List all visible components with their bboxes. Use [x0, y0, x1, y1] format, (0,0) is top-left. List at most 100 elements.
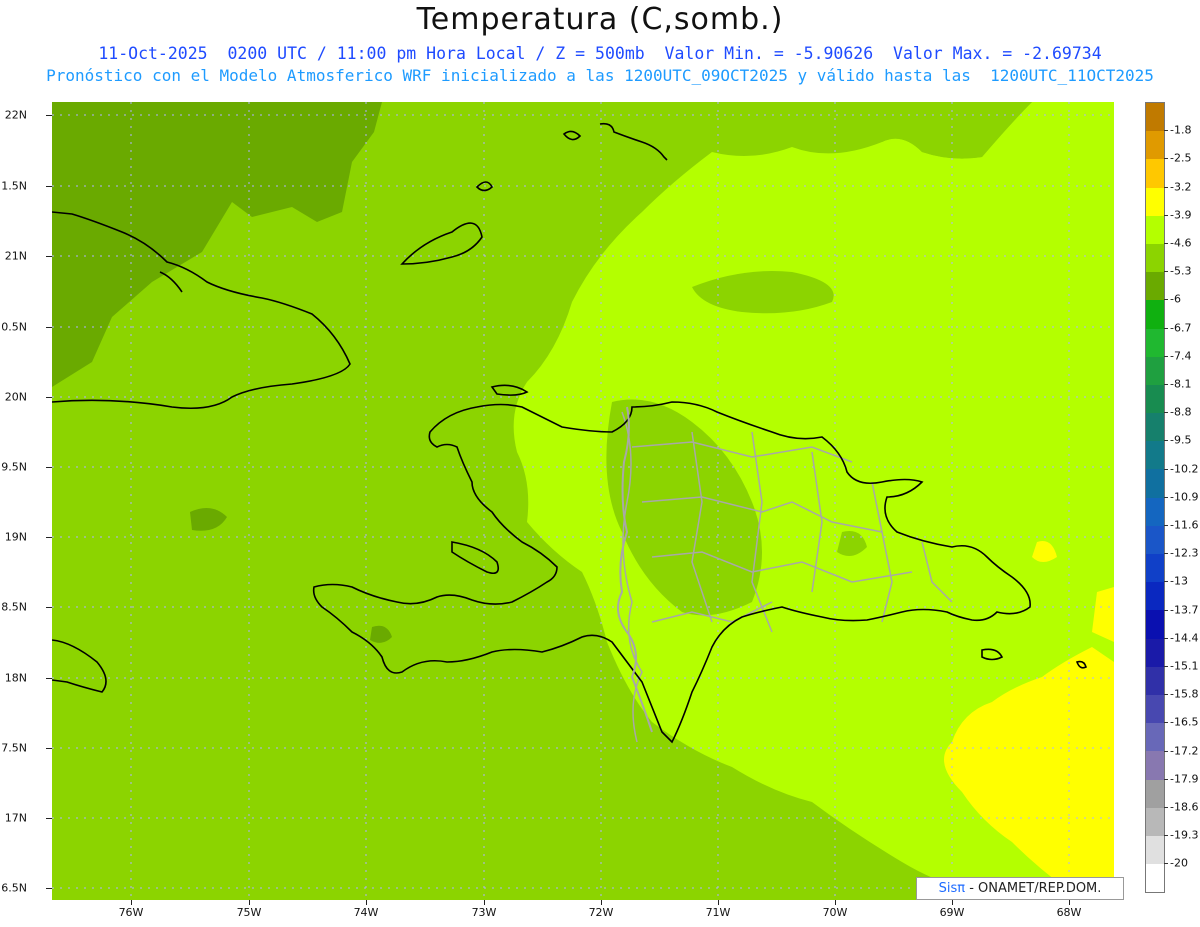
colorbar-tick [1164, 186, 1168, 188]
colorbar-tick [1164, 750, 1168, 752]
colorbar-swatch [1146, 694, 1164, 724]
x-axis-tick [131, 900, 132, 905]
colorbar-tick [1164, 694, 1168, 696]
y-axis-label: 21N [4, 249, 27, 263]
y-axis-tick [46, 186, 52, 187]
colorbar-label: -14.4 [1170, 631, 1199, 645]
colorbar-label: -7.4 [1170, 349, 1192, 363]
x-axis-label: 74W [353, 906, 379, 919]
colorbar-tick [1164, 384, 1168, 385]
colorbar-label: -9.5 [1170, 433, 1192, 447]
colorbar-swatch [1146, 300, 1164, 329]
x-axis-label: 71W [705, 906, 731, 919]
subtitle-valid-time: 11-Oct-2025 0200 UTC / 11:00 pm Hora Loc… [98, 44, 1102, 63]
x-axis-label: 69W [939, 906, 965, 919]
colorbar-swatch [1146, 243, 1164, 273]
colorbar-swatch [1146, 554, 1164, 583]
subtitle-model-info: Pronóstico con el Modelo Atmosferico WRF… [46, 66, 1154, 85]
y-axis-tick [46, 327, 52, 328]
colorbar-tick [1164, 525, 1168, 526]
y-axis-label: 6.5N [1, 881, 27, 895]
colorbar-tick [1164, 327, 1168, 329]
colorbar-swatch [1146, 187, 1164, 216]
y-axis-tick [46, 748, 52, 749]
colorbar-label: -13 [1170, 574, 1188, 588]
colorbar-tick [1164, 243, 1168, 244]
colorbar-swatch [1146, 751, 1164, 780]
colorbar-swatch [1146, 413, 1164, 442]
y-axis-tick [46, 818, 52, 819]
credit-text: - ONAMET/REP.DOM. [965, 881, 1102, 896]
y-axis-label: 7.5N [1, 741, 27, 755]
x-axis-label: 73W [471, 906, 497, 919]
colorbar-tick [1164, 271, 1168, 273]
colorbar-swatch [1146, 103, 1164, 132]
y-axis-label: 22N [4, 108, 27, 122]
y-axis-label: 19N [4, 530, 27, 544]
colorbar-label: -8.8 [1170, 405, 1192, 419]
colorbar-swatch [1146, 610, 1164, 639]
y-axis-tick [46, 256, 52, 257]
colorbar-tick [1164, 581, 1168, 583]
x-axis-tick [601, 900, 602, 905]
colorbar-label: -2.5 [1170, 151, 1192, 165]
colorbar-label: -15.8 [1170, 687, 1199, 701]
colorbar-swatch [1146, 159, 1164, 188]
colorbar-swatch [1146, 835, 1164, 865]
colorbar-label: -8.1 [1170, 377, 1192, 391]
colorbar-swatch [1146, 638, 1164, 667]
colorbar-label: -20 [1170, 856, 1188, 870]
x-axis-tick [249, 900, 250, 905]
colorbar-label: -6 [1170, 292, 1181, 306]
credit-label: Sisπ - ONAMET/REP.DOM. [916, 877, 1124, 900]
colorbar-swatch [1146, 441, 1164, 470]
colorbar-tick [1164, 468, 1168, 470]
y-axis-label: 18N [4, 671, 27, 685]
colorbar-label: -15.1 [1170, 659, 1199, 673]
colorbar-label: -4.6 [1170, 236, 1192, 250]
y-axis-tick [46, 397, 52, 398]
y-axis-label: 0.5N [1, 320, 27, 334]
colorbar-label: -1.8 [1170, 123, 1192, 137]
colorbar-label: -10.2 [1170, 462, 1199, 476]
colorbar-swatch [1146, 131, 1164, 160]
sispi-logo-text: Sisπ [938, 881, 966, 896]
colorbar-label: -12.3 [1170, 546, 1199, 560]
colorbar-tick [1164, 299, 1168, 301]
colorbar-label: -3.2 [1170, 180, 1192, 194]
x-axis-tick [718, 900, 719, 905]
colorbar-tick [1164, 553, 1168, 555]
y-axis-tick [46, 537, 52, 538]
y-axis-tick [46, 888, 52, 889]
colorbar-label: -13.7 [1170, 603, 1199, 617]
colorbar-swatch [1146, 864, 1164, 893]
colorbar-label: -16.5 [1170, 715, 1199, 729]
x-axis-label: 72W [588, 906, 614, 919]
x-axis-label: 70W [822, 906, 848, 919]
colorbar-label: -17.9 [1170, 772, 1199, 786]
colorbar-tick [1164, 496, 1168, 498]
colorbar-swatch [1146, 582, 1164, 611]
x-axis-tick [484, 900, 485, 905]
colorbar-tick [1164, 637, 1168, 639]
y-axis-label: 20N [4, 390, 27, 404]
colorbar [1145, 102, 1165, 894]
x-axis-tick [366, 900, 367, 905]
colorbar-swatch [1146, 525, 1164, 554]
colorbar-swatch [1146, 497, 1164, 526]
temperature-map [52, 102, 1114, 900]
y-axis-label: 1.5N [1, 179, 27, 193]
x-axis-label: 68W [1056, 906, 1082, 919]
colorbar-swatch [1146, 215, 1164, 244]
y-axis-label: 8.5N [1, 600, 27, 614]
y-axis-tick [46, 115, 52, 116]
colorbar-label: -3.9 [1170, 208, 1192, 222]
x-axis-label: 75W [236, 906, 262, 919]
y-axis-label: 9.5N [1, 460, 27, 474]
colorbar-label: -5.3 [1170, 264, 1192, 278]
x-axis-tick [1069, 900, 1070, 905]
colorbar-label: -6.7 [1170, 321, 1192, 335]
colorbar-label: -18.6 [1170, 800, 1199, 814]
colorbar-swatch [1146, 807, 1164, 836]
colorbar-tick [1164, 412, 1168, 414]
